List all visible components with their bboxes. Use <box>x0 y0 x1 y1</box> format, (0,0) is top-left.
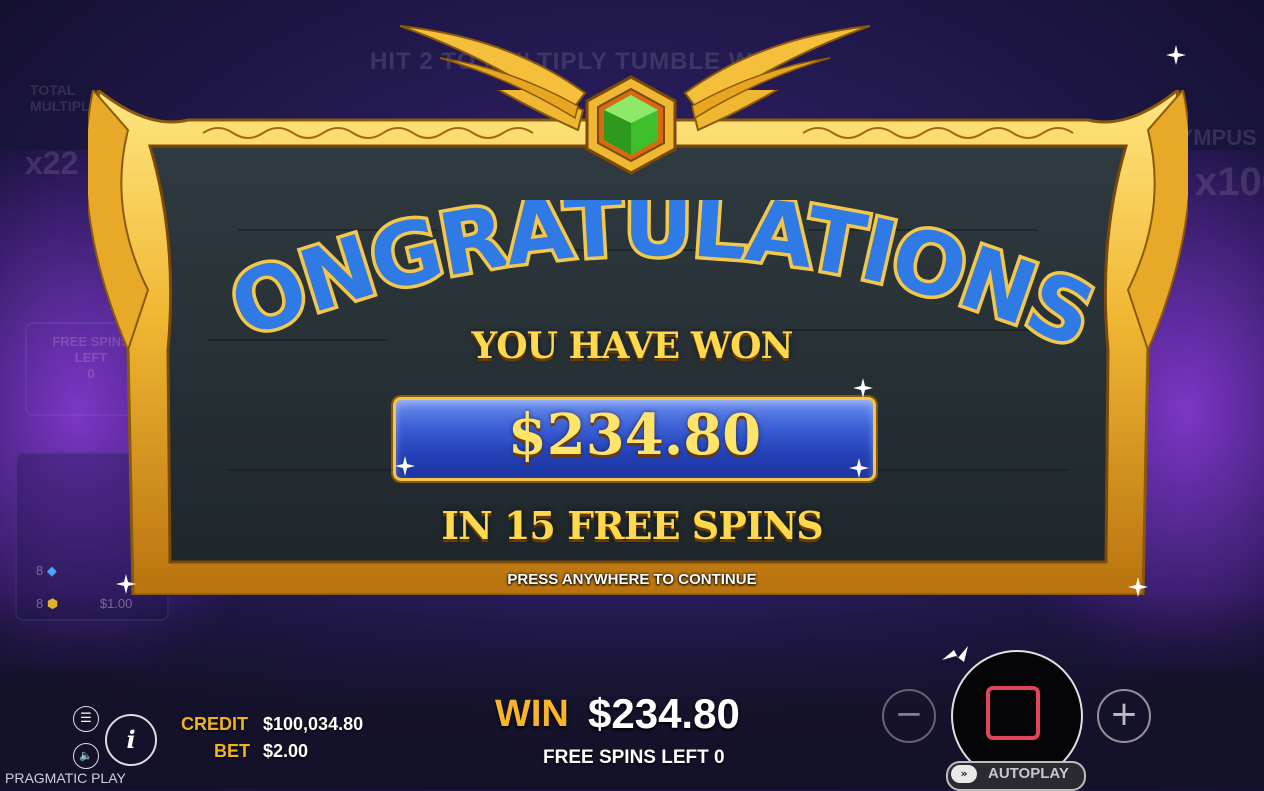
stop-icon <box>986 686 1040 740</box>
credit-value: $100,034.80 <box>263 714 364 734</box>
turbo-arrow-icon[interactable] <box>938 640 974 676</box>
total-multiplier-value: x22 <box>25 145 79 181</box>
credit-label: CREDIT <box>181 714 248 734</box>
green-gem-icon <box>585 75 677 175</box>
brand-logo: PRAGMATIC PLAY <box>5 770 126 786</box>
paytable-value: $1.00 <box>99 596 133 611</box>
decrease-bet-button[interactable]: − <box>882 689 936 743</box>
paytable-count: 8 <box>36 596 44 611</box>
sparkle-icon <box>395 456 415 476</box>
paytable-row: 8 ⬢ $1.00 <box>36 596 132 612</box>
sparkle-icon <box>116 574 136 594</box>
win-value: $234.80 <box>588 690 740 737</box>
free-spins-count-text: IN 15 FREE SPINS <box>441 503 824 548</box>
gold-gem-icon: ⬢ <box>46 596 59 611</box>
win-label: WIN <box>495 693 569 735</box>
win-amount: $234.80 <box>507 402 762 468</box>
you-have-won-text: YOU HAVE WON <box>471 325 794 367</box>
autoplay-icon: » <box>951 765 977 783</box>
menu-icon[interactable]: ☰ <box>73 706 99 732</box>
sparkle-icon <box>1128 577 1148 597</box>
sound-icon[interactable]: 🔈 <box>73 743 99 769</box>
free-spins-left: FREE SPINS LEFT 0 <box>543 747 725 768</box>
increase-bet-button[interactable]: + <box>1097 689 1151 743</box>
info-icon[interactable]: i <box>105 714 157 766</box>
press-to-continue[interactable]: PRESS ANYWHERE TO CONTINUE <box>0 571 1264 588</box>
sparkle-icon <box>853 378 873 398</box>
olympus-value: x100 <box>1195 160 1264 204</box>
bet-label: BET <box>214 741 250 761</box>
bet-value: $2.00 <box>263 741 309 761</box>
sparkle-icon <box>849 458 869 478</box>
autoplay-label: AUTOPLAY <box>988 765 1069 782</box>
sparkle-icon <box>1166 45 1186 65</box>
